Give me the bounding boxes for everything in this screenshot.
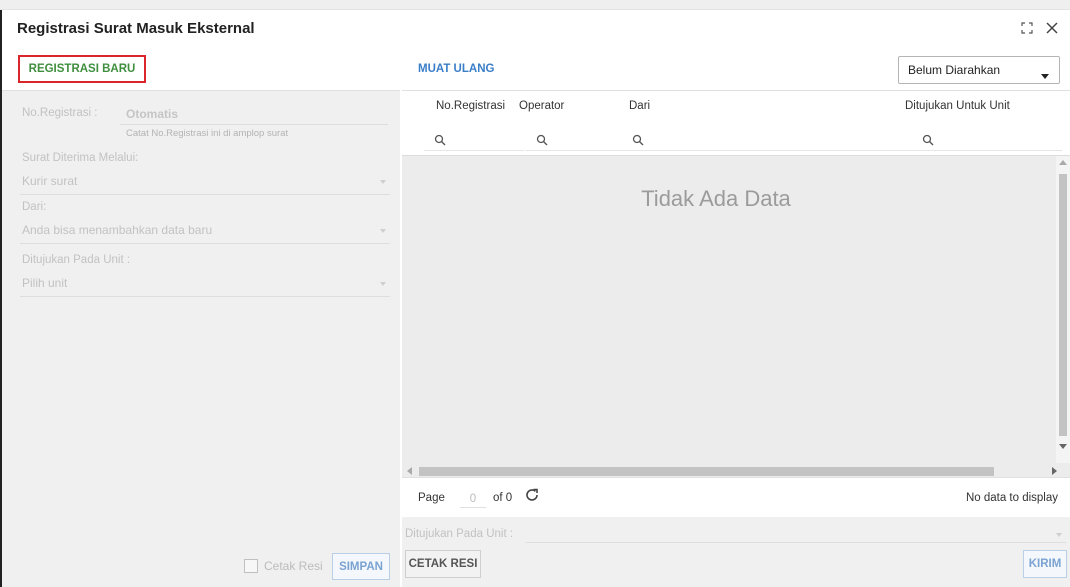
print-receipt-checkbox-row[interactable]: Cetak Resi [244,559,323,573]
reg-number-value: Otomatis [126,107,179,121]
letters-grid: No.Registrasi Operator Dari Ditujukan Un… [402,90,1070,507]
from-underline [20,243,390,244]
from-combobox[interactable]: Anda bisa menambahkan data baru [22,223,212,237]
reload-button[interactable]: MUAT ULANG [418,63,494,75]
received-via-select[interactable]: Kurir surat [22,174,77,188]
search-icon [434,134,446,145]
scroll-up-icon[interactable] [1059,160,1067,165]
received-via-label: Surat Diterima Melalui: [22,152,139,164]
page-count-label: of 0 [493,492,513,504]
filter-reg-number[interactable] [424,129,524,151]
reg-number-hint: Catat No.Registrasi ini di amplop surat [126,128,289,139]
register-new-button[interactable]: REGISTRASI BARU [18,55,146,83]
filter-from[interactable] [622,129,912,151]
grid-body: Tidak Ada Data [402,155,1070,464]
page-number-input[interactable]: 0 [460,490,486,508]
top-strip [0,0,1070,10]
unit-select[interactable]: Pilih unit [22,276,67,290]
status-filter-value: Belum Diarahkan [908,63,1001,77]
toolbar: REGISTRASI BARU MUAT ULANG Belum Diarahk… [2,50,1070,88]
print-receipt-checkbox[interactable] [244,559,258,573]
filter-unit[interactable] [912,129,1062,151]
search-icon [536,134,548,145]
dispatch-unit-select[interactable] [526,542,1066,543]
pager-status-text: No data to display [965,492,1058,504]
unit-underline [20,296,390,297]
page-label: Page [418,492,445,504]
refresh-icon[interactable] [524,487,540,506]
column-header-reg-number[interactable]: No.Registrasi [436,100,505,112]
search-icon [632,134,644,145]
save-button[interactable]: SIMPAN [332,553,390,580]
scroll-left-icon[interactable] [407,467,412,475]
filter-operator[interactable] [526,129,626,151]
reg-number-underline [120,124,388,125]
send-button[interactable]: KIRIM [1023,550,1067,578]
print-receipt-label: Cetak Resi [264,559,323,573]
scroll-right-icon[interactable] [1052,467,1057,475]
maximize-icon[interactable] [1017,18,1037,38]
registration-form: No.Registrasi : Otomatis Catat No.Regist… [2,90,400,587]
registration-window: Registrasi Surat Masuk Eksternal REGISTR… [0,10,1070,587]
reg-number-label: No.Registrasi : [22,107,98,119]
chevron-down-icon [380,282,386,286]
window-title: Registrasi Surat Masuk Eksternal [17,20,255,37]
search-icon [922,134,934,145]
dispatch-unit-label: Ditujukan Pada Unit : [405,528,514,540]
horizontal-scroll-thumb[interactable] [419,467,994,476]
column-header-operator[interactable]: Operator [519,100,564,112]
received-via-underline [20,194,390,195]
unit-label: Ditujukan Pada Unit : [22,254,131,266]
title-bar: Registrasi Surat Masuk Eksternal [2,10,1070,46]
column-header-from[interactable]: Dari [629,100,650,112]
column-header-unit[interactable]: Ditujukan Untuk Unit [905,100,1010,112]
vertical-scroll-thumb[interactable] [1059,174,1067,436]
chevron-down-icon [380,180,386,184]
close-icon[interactable] [1042,18,1062,38]
from-label: Dari: [22,201,47,213]
grid-pager: Page 0 of 0 No data to display [402,477,1070,517]
empty-state-text: Tidak Ada Data [641,186,791,211]
print-receipt-button[interactable]: CETAK RESI [405,550,481,578]
status-filter-select[interactable]: Belum Diarahkan [898,56,1060,84]
vertical-scrollbar[interactable] [1056,156,1070,464]
chevron-down-icon [380,229,386,233]
chevron-down-icon [1056,533,1062,537]
scroll-down-icon[interactable] [1059,444,1067,449]
chevron-down-icon [1041,68,1049,82]
dispatch-panel: Ditujukan Pada Unit : CETAK RESI KIRIM [402,517,1070,587]
